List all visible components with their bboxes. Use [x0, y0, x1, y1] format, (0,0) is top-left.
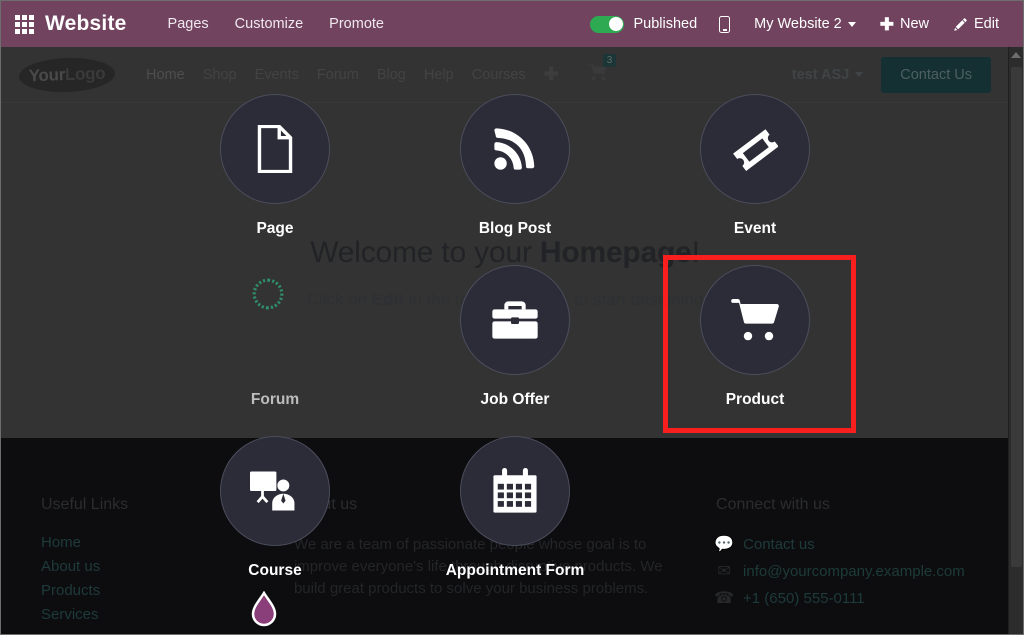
browser-viewport: Website Pages Customize Promote Publishe…: [0, 0, 1024, 635]
cart-count-badge: 3: [603, 54, 617, 67]
new-content-tile-job-offer[interactable]: Job Offer: [435, 265, 595, 409]
new-content-button[interactable]: ✚ New: [870, 10, 939, 39]
footer-phone-row[interactable]: ☎ +1 (650) 555-0111: [716, 588, 969, 608]
tile-label: Appointment Form: [446, 562, 585, 580]
add-page-plus-icon[interactable]: ✚: [535, 58, 568, 91]
tile-label: Product: [726, 391, 785, 409]
logo-text-logo: Logo: [65, 63, 106, 84]
chevron-down-icon: [848, 22, 856, 27]
site-nav-help[interactable]: Help: [415, 61, 463, 89]
user-menu[interactable]: test ASJ: [792, 67, 863, 83]
footer-column-connect: Connect with us 💬 Contact us ✉ info@your…: [716, 496, 969, 634]
site-nav-home[interactable]: Home: [137, 61, 194, 89]
tile-circle[interactable]: [220, 94, 330, 204]
new-content-tile-course[interactable]: Course: [195, 436, 355, 580]
site-nav-courses[interactable]: Courses: [463, 61, 535, 89]
site-nav-blog[interactable]: Blog: [368, 61, 415, 89]
site-nav-events[interactable]: Events: [246, 61, 308, 89]
new-content-tile-product[interactable]: Product: [675, 265, 835, 409]
vertical-scrollbar[interactable]: [1008, 47, 1023, 634]
shopping-cart-icon: [731, 299, 779, 341]
website-main-nav: Home Shop Events Forum Blog Help Courses…: [137, 58, 610, 91]
logo-text-your: Your: [28, 65, 65, 86]
footer-contact-us-label: Contact us: [743, 536, 815, 553]
tile-circle[interactable]: [220, 436, 330, 546]
footer-link-products[interactable]: Products: [41, 582, 294, 599]
new-content-tile-forum[interactable]: Forum: [195, 265, 355, 409]
mobile-preview-button[interactable]: [709, 10, 740, 39]
tile-label: Event: [734, 220, 776, 238]
publish-label: Published: [633, 16, 697, 32]
new-button-label: New: [900, 16, 929, 32]
comment-icon: 💬: [716, 534, 732, 554]
tile-label: Blog Post: [479, 220, 551, 238]
footer-email-label: info@yourcompany.example.com: [743, 563, 965, 580]
footer-contact-us-row[interactable]: 💬 Contact us: [716, 534, 969, 554]
tile-label: Course: [248, 562, 301, 580]
footer-link-services[interactable]: Services: [41, 606, 294, 623]
new-content-tile-page[interactable]: Page: [195, 94, 355, 238]
presentation-icon: [250, 470, 300, 512]
mobile-preview-icon: [719, 16, 730, 33]
tile-label: Forum: [251, 391, 299, 409]
site-logo[interactable]: YourLogo: [18, 56, 115, 93]
tile-label: Job Offer: [481, 391, 550, 409]
edit-button[interactable]: Edit: [943, 10, 1009, 38]
tile-circle[interactable]: [700, 265, 810, 375]
website-switcher[interactable]: My Website 2: [744, 10, 866, 38]
contact-us-button[interactable]: Contact Us: [881, 57, 991, 93]
tile-circle[interactable]: [460, 265, 570, 375]
scrollbar-thumb[interactable]: [1011, 67, 1022, 567]
envelope-icon: ✉: [716, 561, 732, 581]
website-header-right: test ASJ Contact Us: [792, 57, 991, 93]
navbar-item-promote[interactable]: Promote: [316, 10, 397, 38]
footer-phone-label: +1 (650) 555-0111: [743, 590, 865, 607]
tile-label: Page: [256, 220, 293, 238]
footer-email-row[interactable]: ✉ info@yourcompany.example.com: [716, 561, 969, 581]
app-brand-website[interactable]: Website: [45, 12, 127, 36]
new-content-tile-blog-post[interactable]: Blog Post: [435, 94, 595, 238]
new-content-tile-appointment-form[interactable]: Appointment Form: [435, 436, 595, 580]
publish-switch-icon[interactable]: [590, 16, 624, 33]
apps-grid-icon[interactable]: [13, 13, 35, 35]
tile-circle[interactable]: [460, 94, 570, 204]
edit-button-label: Edit: [974, 16, 999, 32]
briefcase-icon: [492, 300, 538, 340]
site-nav-forum[interactable]: Forum: [308, 61, 368, 89]
user-menu-label: test ASJ: [792, 67, 849, 83]
rss-icon: [493, 127, 537, 171]
tile-circle[interactable]: [460, 436, 570, 546]
navbar-item-customize[interactable]: Customize: [222, 10, 317, 38]
footer-title-connect: Connect with us: [716, 496, 969, 514]
calendar-icon: [493, 468, 537, 514]
odoo-top-navbar: Website Pages Customize Promote Publishe…: [1, 1, 1023, 47]
publish-toggle[interactable]: Published: [582, 16, 705, 33]
document-icon: [254, 125, 296, 173]
tile-circle[interactable]: [700, 94, 810, 204]
scroll-up-arrow-icon[interactable]: [1011, 52, 1021, 58]
cart-button[interactable]: 3: [588, 63, 610, 86]
plus-icon: ✚: [880, 16, 894, 33]
website-switcher-label: My Website 2: [754, 16, 842, 32]
phone-icon: ☎: [716, 588, 732, 608]
pencil-icon: [953, 17, 968, 32]
ticket-icon: [732, 126, 778, 172]
new-content-tile-event[interactable]: Event: [675, 94, 835, 238]
navbar-right-group: Published My Website 2 ✚ New Edit: [582, 10, 1023, 39]
chevron-down-icon: [855, 72, 863, 77]
site-nav-shop[interactable]: Shop: [194, 61, 246, 89]
navbar-item-pages[interactable]: Pages: [155, 10, 222, 38]
